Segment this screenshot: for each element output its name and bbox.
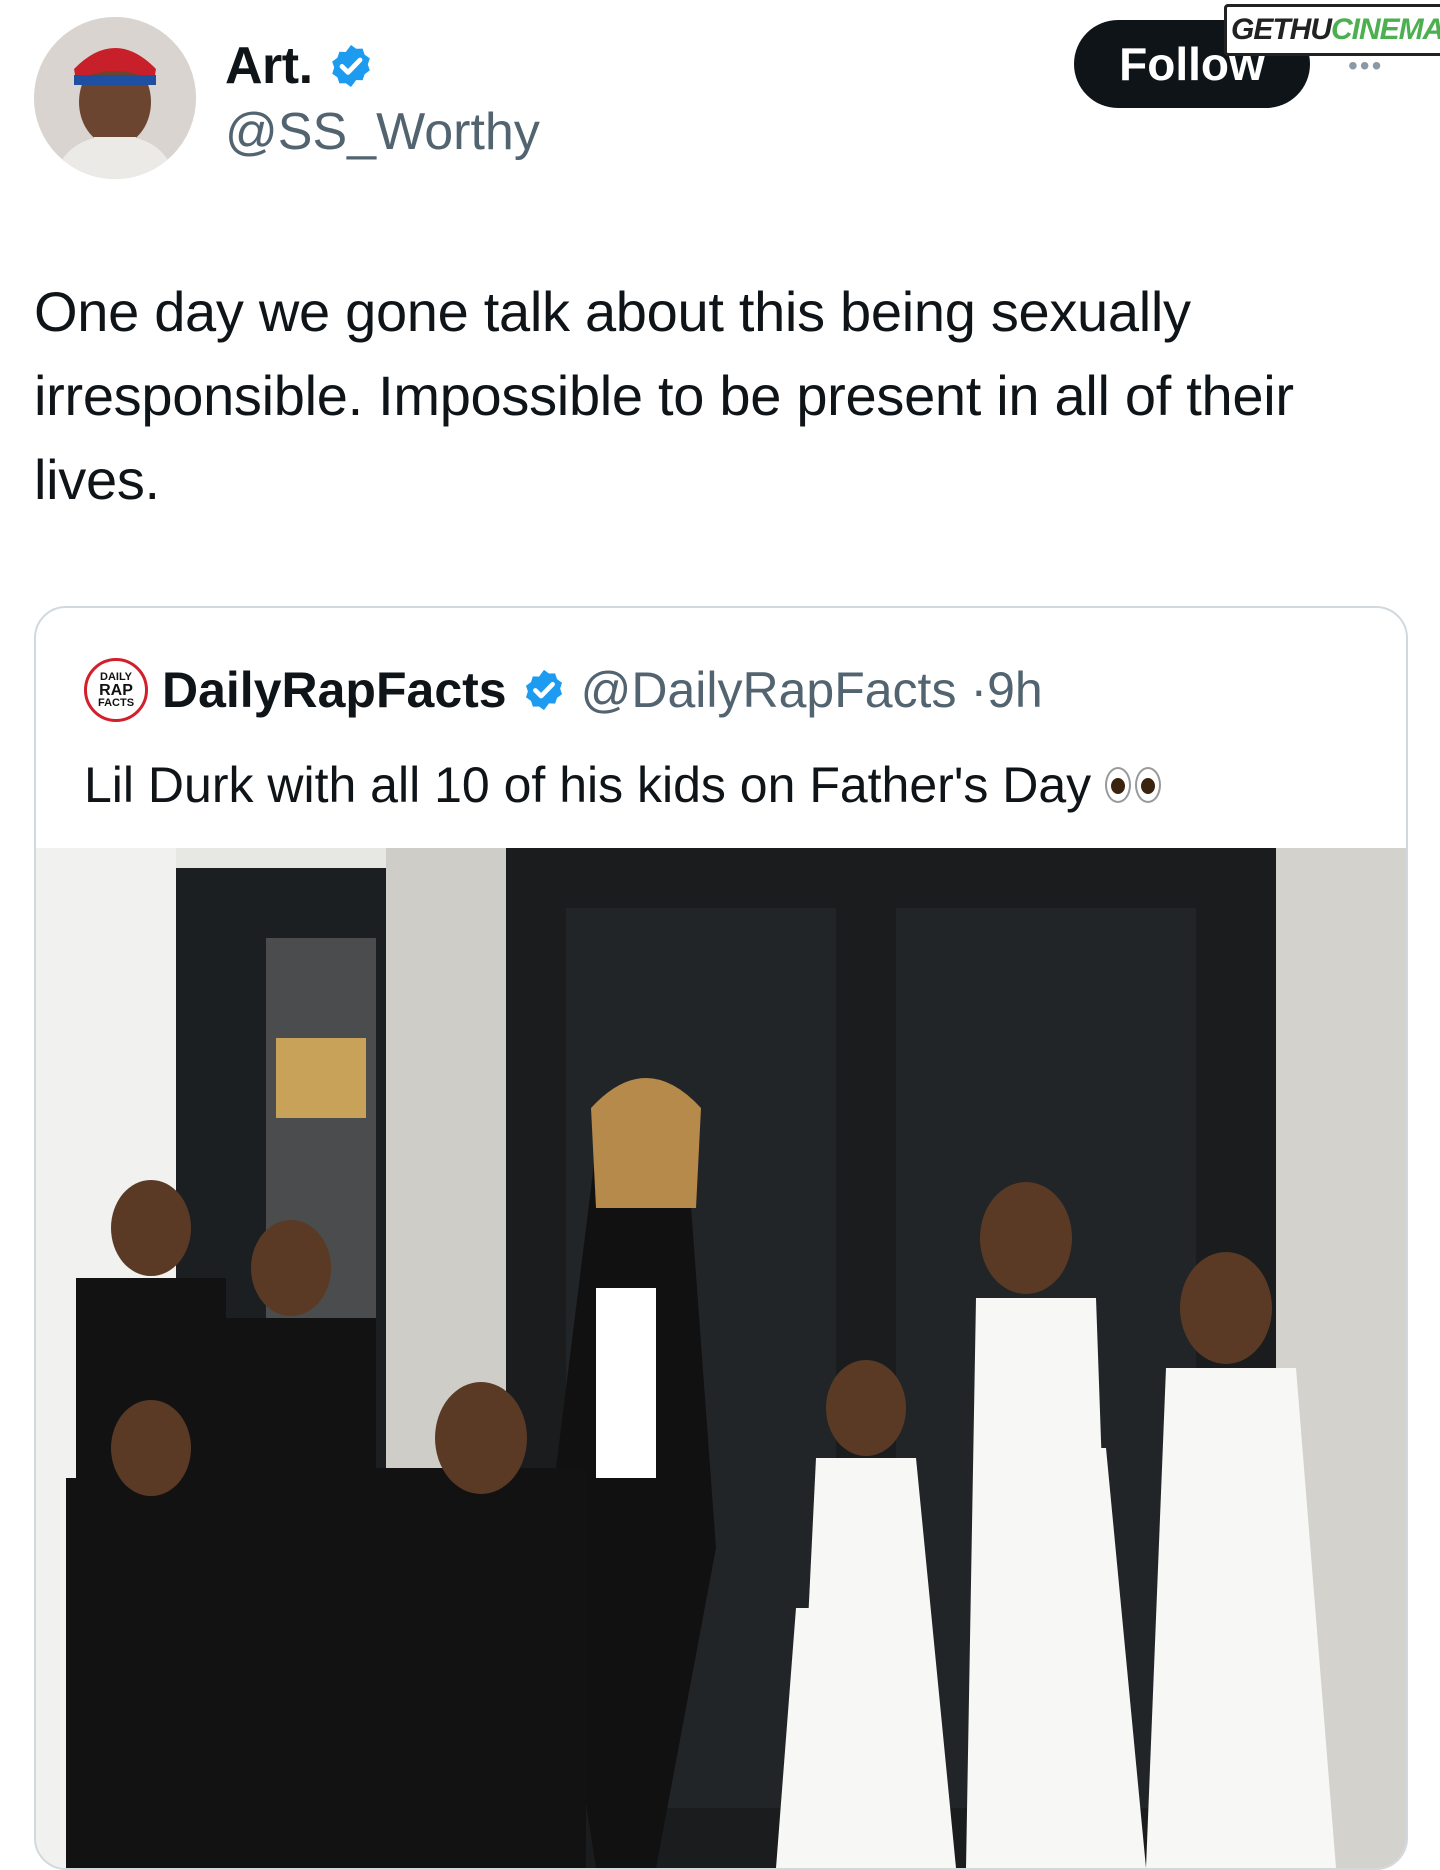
avatar-image <box>34 17 196 179</box>
author-handle[interactable]: @SS_Worthy <box>225 102 540 162</box>
quoted-author-handle[interactable]: @DailyRapFacts <box>581 661 957 719</box>
quoted-tweet-header: DAILY RAP FACTS DailyRapFacts @DailyRapF… <box>84 658 1043 722</box>
tweet-text: One day we gone talk about this being se… <box>34 280 1294 511</box>
quoted-author-name[interactable]: DailyRapFacts <box>162 661 507 719</box>
tweet-header: Art. @SS_Worthy Follow ••• GETHU CINEMA <box>0 0 1440 200</box>
quoted-tweet-text: Lil Durk with all 10 of his kids on Fath… <box>84 757 1092 813</box>
quoted-tweet-time: ·9h <box>970 662 1043 718</box>
author-name-row: Art. <box>225 36 375 96</box>
quoted-author-avatar[interactable]: DAILY RAP FACTS <box>84 658 148 722</box>
author-display-name[interactable]: Art. <box>225 36 313 96</box>
quoted-tweet-photo[interactable] <box>36 848 1406 1868</box>
quoted-tweet-text-row: Lil Durk with all 10 of his kids on Fath… <box>84 756 1162 814</box>
quoted-tweet-card[interactable]: DAILY RAP FACTS DailyRapFacts @DailyRapF… <box>34 606 1408 1870</box>
verified-badge-icon <box>331 45 370 87</box>
watermark-logo: GETHU CINEMA <box>1224 4 1440 56</box>
family-photo-image <box>36 848 1406 1868</box>
eyes-emoji-icon <box>1105 767 1162 803</box>
author-avatar[interactable] <box>34 17 196 179</box>
verified-badge-icon <box>525 669 562 711</box>
